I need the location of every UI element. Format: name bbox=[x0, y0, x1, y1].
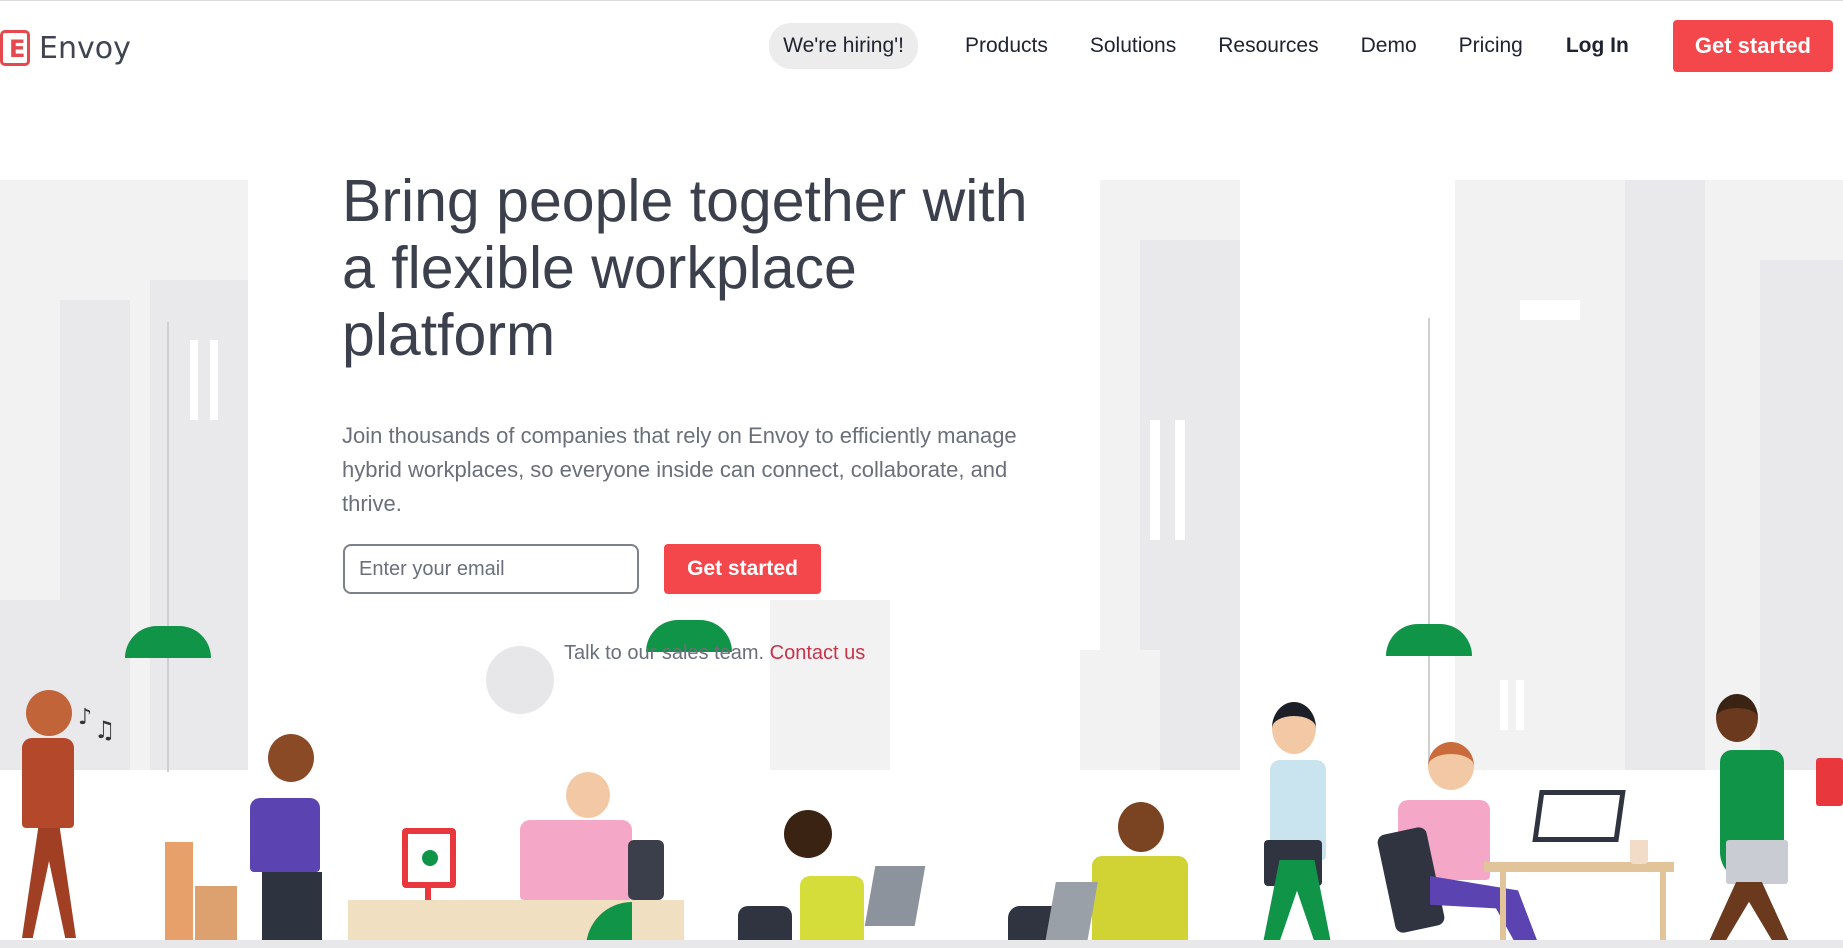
svg-text:♫: ♫ bbox=[94, 716, 116, 742]
nav-pricing[interactable]: Pricing bbox=[1459, 34, 1523, 58]
login-link[interactable]: Log In bbox=[1566, 34, 1629, 58]
hero-title: Bring people together with a flexible wo… bbox=[342, 168, 1028, 368]
hiring-badge[interactable]: We're hiring'! bbox=[769, 23, 918, 69]
nav-products[interactable]: Products bbox=[965, 34, 1048, 58]
nav-solutions[interactable]: Solutions bbox=[1090, 34, 1176, 58]
checkmark-icon bbox=[422, 850, 438, 866]
hero-subtitle: Join thousands of companies that rely on… bbox=[342, 423, 1017, 516]
email-input[interactable] bbox=[343, 544, 639, 594]
nav-demo[interactable]: Demo bbox=[1361, 34, 1417, 58]
envoy-logo-icon: E bbox=[0, 30, 30, 66]
envoy-logo[interactable]: E Envoy bbox=[0, 30, 131, 66]
header-get-started-button[interactable]: Get started bbox=[1672, 20, 1833, 72]
contact-us-link[interactable]: Contact us bbox=[770, 642, 866, 664]
hero-get-started-button[interactable]: Get started bbox=[664, 544, 821, 594]
site-header: E Envoy We're hiring'! Products Solution… bbox=[0, 0, 1843, 100]
talk-to-sales-text: Talk to our sales team. bbox=[564, 642, 765, 664]
nav-resources[interactable]: Resources bbox=[1218, 34, 1318, 58]
svg-text:♪: ♪ bbox=[78, 705, 92, 730]
main-nav: We're hiring'! Products Solutions Resour… bbox=[769, 20, 1833, 72]
illustration-people-scene: ♪ ♫ bbox=[0, 680, 1843, 948]
logo-wordmark: Envoy bbox=[39, 30, 131, 66]
sales-contact-line: Talk to our sales team. Contact us bbox=[564, 642, 865, 665]
floor-strip bbox=[0, 940, 1843, 948]
music-notes-icon: ♪ ♫ bbox=[78, 705, 116, 742]
